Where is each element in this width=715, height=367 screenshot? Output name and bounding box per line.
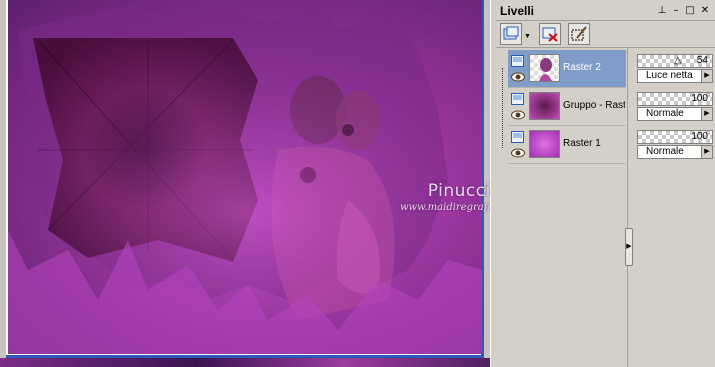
opacity-slider[interactable]: 100 — [637, 130, 713, 144]
layer-properties: △ 54 Luce netta ▶ 100 Normale ▶ 100 Norm… — [636, 48, 715, 367]
opacity-slider[interactable]: 100 — [637, 92, 713, 106]
edit-selection-button[interactable] — [568, 23, 590, 45]
visibility-eye-icon[interactable] — [511, 72, 525, 82]
layer-row-raster-1[interactable]: Raster 1 — [508, 126, 626, 164]
underlying-image-strip — [0, 358, 490, 367]
blend-mode-value: Normale — [646, 108, 684, 119]
collapse-handle[interactable]: ▶ — [625, 228, 633, 266]
layer-row-raster-2[interactable]: Raster 2 — [508, 50, 626, 88]
new-layer-button[interactable]: ▼ — [500, 23, 531, 45]
dropdown-arrow-icon: ▶ — [701, 108, 712, 120]
dropdown-arrow-icon: ▼ — [524, 33, 531, 40]
raster-layer-icon — [511, 93, 524, 105]
delete-layer-icon — [542, 27, 558, 42]
visibility-eye-icon[interactable] — [511, 148, 525, 158]
raster-layer-icon — [511, 55, 524, 67]
maximize-icon[interactable]: □ — [684, 5, 696, 17]
layer-row-group-raster-1[interactable]: Gruppo - Raster 1 — [508, 88, 626, 126]
opacity-value: 54 — [696, 55, 708, 66]
dropdown-arrow-icon: ▶ — [701, 70, 712, 82]
blend-mode-select[interactable]: Normale ▶ — [637, 107, 713, 121]
pin-icon[interactable]: ⊥ — [656, 5, 668, 17]
column-divider — [627, 48, 632, 367]
blend-mode-select[interactable]: Luce netta ▶ — [637, 69, 713, 83]
raster-layer-icon — [511, 131, 524, 143]
figure-thumbnail-icon — [539, 58, 552, 81]
layer-props-raster-2: △ 54 Luce netta ▶ — [637, 50, 715, 83]
close-icon[interactable]: ✕ — [699, 5, 711, 17]
layer-icons — [511, 131, 525, 161]
opacity-value: 100 — [691, 93, 708, 104]
image-canvas[interactable] — [8, 0, 482, 354]
palette-titlebar[interactable]: Livelli ⊥ – □ ✕ — [496, 3, 715, 21]
dropdown-arrow-icon: ▶ — [701, 146, 712, 158]
layer-props-raster-1: 100 Normale ▶ — [637, 126, 715, 159]
blend-mode-value: Luce netta — [646, 70, 693, 81]
delete-layer-button[interactable] — [539, 23, 561, 45]
layer-list: Raster 2 Gruppo - Raster 1 — [496, 48, 626, 367]
artwork — [8, 0, 482, 354]
layer-icons — [511, 55, 525, 85]
layer-thumbnail — [529, 130, 560, 158]
opacity-slider[interactable]: △ 54 — [637, 54, 713, 68]
canvas-window: Pinuccia www.maidiregrafica.eu — [0, 0, 518, 367]
palette-toolbar: ▼ — [496, 21, 715, 48]
visibility-eye-icon[interactable] — [511, 110, 525, 120]
opacity-value: 100 — [691, 131, 708, 142]
layers-palette: Livelli ⊥ – □ ✕ ▼ Raster 2 Gruppo - Ras … — [496, 0, 715, 367]
layer-name: Gruppo - Raster 1 — [563, 100, 625, 111]
blend-mode-value: Normale — [646, 146, 684, 157]
layer-name: Raster 2 — [563, 62, 601, 73]
group-tree-line — [502, 68, 504, 148]
minimize-icon[interactable]: – — [670, 5, 682, 17]
new-layer-icon — [503, 26, 519, 40]
palette-title: Livelli — [500, 4, 535, 18]
edit-selection-icon — [571, 26, 587, 41]
layer-icons — [511, 93, 525, 123]
layer-props-group-raster-1: 100 Normale ▶ — [637, 88, 715, 121]
layer-name: Raster 1 — [563, 138, 601, 149]
layer-thumbnail — [529, 54, 560, 82]
layer-thumbnail — [529, 92, 560, 120]
blend-mode-select[interactable]: Normale ▶ — [637, 145, 713, 159]
